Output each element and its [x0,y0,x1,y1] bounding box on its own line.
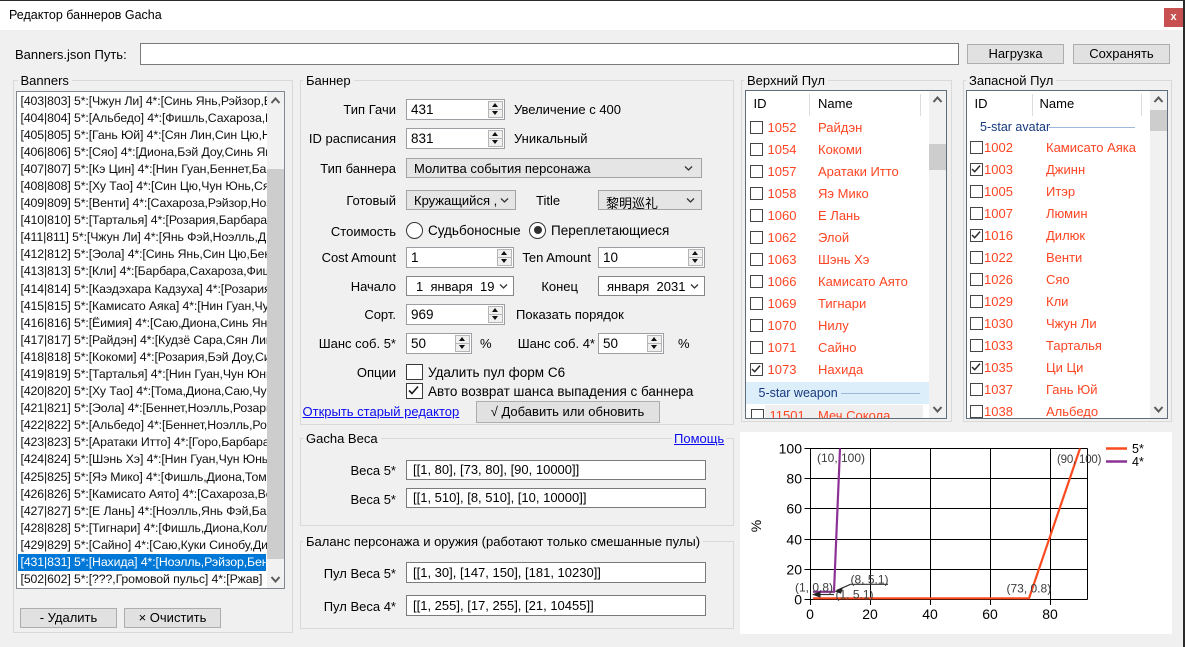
svg-text:100: 100 [779,441,803,457]
svg-text:40: 40 [786,532,802,548]
svg-text:40: 40 [922,606,938,622]
svg-text:(1, 0.8): (1, 0.8) [795,581,833,595]
svg-text:(10, 100): (10, 100) [817,451,865,465]
svg-text:0: 0 [806,606,814,622]
svg-text:60: 60 [982,606,998,622]
svg-text:(73, 0.8): (73, 0.8) [1007,582,1052,596]
svg-text:80: 80 [786,471,802,487]
svg-text:5*: 5* [1132,442,1144,456]
svg-text:20: 20 [786,562,802,578]
svg-text:20: 20 [862,606,878,622]
svg-text:(90, 100): (90, 100) [1057,454,1102,466]
svg-text:4*: 4* [1132,455,1144,469]
svg-text:60: 60 [786,501,802,517]
svg-text:80: 80 [1042,606,1058,622]
svg-text:%: % [748,520,764,532]
